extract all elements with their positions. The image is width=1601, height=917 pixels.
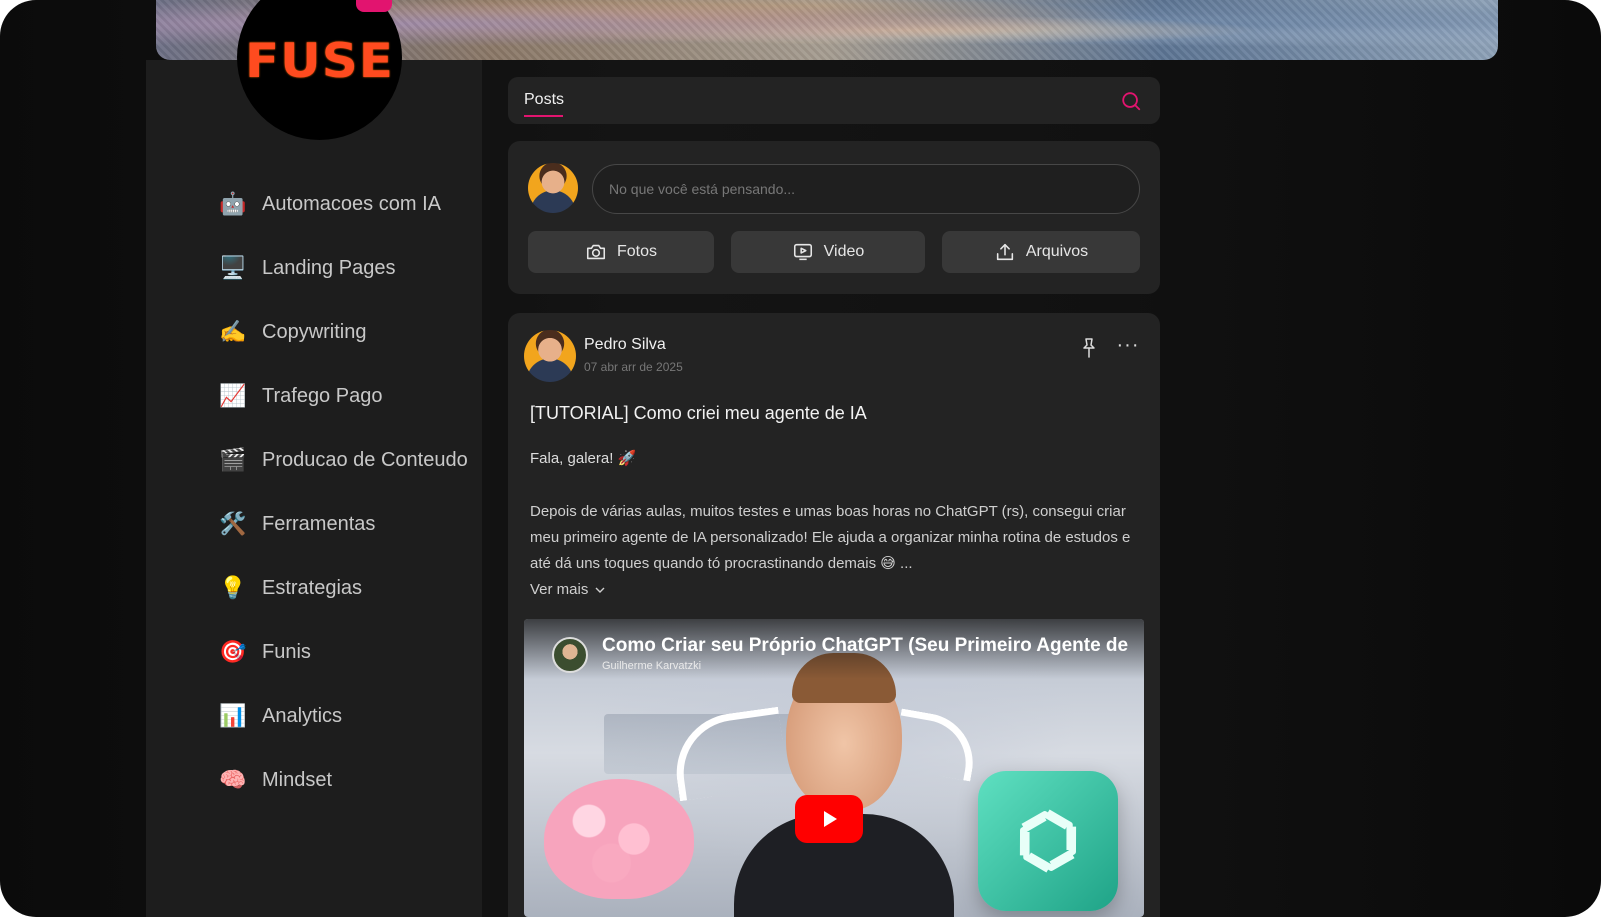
sidebar-item-mindset[interactable]: 🧠 Mindset bbox=[219, 748, 470, 812]
logo-edit-badge[interactable] bbox=[356, 0, 392, 12]
youtube-play-button[interactable] bbox=[795, 795, 863, 843]
desktop-computer-icon: 🖥️ bbox=[219, 255, 247, 280]
logo-text: FUSE bbox=[245, 32, 394, 89]
author-avatar[interactable] bbox=[524, 330, 576, 382]
sidebar-item-copywriting[interactable]: ✍️ Copywriting bbox=[219, 300, 470, 364]
sidebar-item-label: Trafego Pago bbox=[262, 384, 383, 407]
sidebar-item-producao-de-conteudo[interactable]: 🎬 Producao de Conteudo bbox=[219, 428, 470, 492]
light-bulb-icon: 💡 bbox=[219, 575, 247, 600]
brain-icon: 🧠 bbox=[219, 767, 247, 792]
pin-icon[interactable] bbox=[1080, 337, 1098, 359]
add-photos-label: Fotos bbox=[616, 243, 657, 260]
openai-logo-icon bbox=[978, 771, 1118, 911]
sidebar-item-label: Ferramentas bbox=[262, 512, 376, 535]
video-presenter bbox=[734, 649, 954, 917]
see-more-link[interactable]: Ver mais bbox=[530, 581, 606, 598]
post-author[interactable]: Pedro Silva bbox=[584, 336, 666, 354]
upload-files-label: Arquivos bbox=[1025, 243, 1089, 260]
tab-posts[interactable]: Posts bbox=[524, 91, 564, 109]
writing-hand-icon: ✍️ bbox=[219, 319, 247, 344]
sidebar-item-label: Analytics bbox=[262, 704, 343, 727]
sidebar-item-label: Mindset bbox=[262, 768, 333, 791]
sidebar-item-analytics[interactable]: 📊 Analytics bbox=[219, 684, 470, 748]
sidebar-item-label: Copywriting bbox=[262, 320, 367, 343]
see-more-label: Ver mais bbox=[530, 581, 589, 598]
feed-post: Pedro Silva 07 abr arr de 2025 ··· [TUTO… bbox=[508, 313, 1160, 917]
robot-icon: 🤖 bbox=[219, 191, 247, 216]
play-icon bbox=[824, 811, 837, 827]
camera-icon bbox=[586, 244, 606, 260]
upload-files-button[interactable]: Arquivos bbox=[942, 231, 1140, 273]
search-icon[interactable] bbox=[1120, 90, 1142, 112]
sidebar-item-trafego-pago[interactable]: 📈 Trafego Pago bbox=[219, 364, 470, 428]
feed-tabs-bar: Posts bbox=[508, 77, 1160, 124]
post-greeting: Fala, galera! 🚀 bbox=[530, 450, 637, 467]
video-channel-name[interactable]: Guilherme Karvatzki bbox=[602, 660, 701, 672]
video-title[interactable]: Como Criar seu Próprio ChatGPT (Seu Prim… bbox=[602, 635, 1128, 657]
target-icon: 🎯 bbox=[219, 639, 247, 664]
sidebar-item-estrategias[interactable]: 💡 Estrategias bbox=[219, 556, 470, 620]
more-options-icon[interactable]: ··· bbox=[1114, 333, 1142, 361]
channel-avatar[interactable] bbox=[552, 637, 588, 673]
video-play-icon bbox=[793, 243, 812, 261]
sidebar-item-label: Producao de Conteudo bbox=[262, 448, 468, 471]
chart-increasing-icon: 📈 bbox=[219, 383, 247, 408]
bar-chart-icon: 📊 bbox=[219, 703, 247, 728]
sidebar-item-ferramentas[interactable]: 🛠️ Ferramentas bbox=[219, 492, 470, 556]
sidebar-item-label: Funis bbox=[262, 640, 311, 663]
add-photos-button[interactable]: Fotos bbox=[528, 231, 714, 273]
brain-illustration bbox=[544, 779, 694, 899]
add-video-label: Video bbox=[823, 243, 865, 260]
sidebar-item-label: Estrategias bbox=[262, 576, 363, 599]
sidebar-item-label: Automacoes com IA bbox=[262, 192, 441, 215]
sidebar-item-funis[interactable]: 🎯 Funis bbox=[219, 620, 470, 684]
sidebar-nav: 🤖 Automacoes com IA 🖥️ Landing Pages ✍️ … bbox=[219, 172, 470, 812]
chevron-down-icon bbox=[595, 587, 605, 593]
openai-knot-icon bbox=[1019, 809, 1077, 873]
clapper-board-icon: 🎬 bbox=[219, 447, 247, 472]
sidebar-item-landing-pages[interactable]: 🖥️ Landing Pages bbox=[219, 236, 470, 300]
post-title: [TUTORIAL] Como criei meu agente de IA bbox=[530, 403, 867, 423]
sidebar-item-automacoes[interactable]: 🤖 Automacoes com IA bbox=[219, 172, 470, 236]
app-frame: FUSE 🤖 Automacoes com IA 🖥️ Landing Page… bbox=[0, 0, 1601, 917]
active-tab-indicator bbox=[524, 115, 563, 117]
post-composer-input[interactable] bbox=[592, 164, 1140, 214]
avatar[interactable] bbox=[528, 163, 578, 213]
hammer-wrench-icon: 🛠️ bbox=[219, 511, 247, 536]
post-composer: Fotos Video Arquivos bbox=[508, 141, 1160, 294]
video-embed[interactable]: Como Criar seu Próprio ChatGPT (Seu Prim… bbox=[524, 619, 1144, 917]
upload-icon bbox=[996, 243, 1013, 261]
post-body: Depois de várias aulas, muitos testes e … bbox=[530, 503, 1131, 572]
post-date: 07 abr arr de 2025 bbox=[584, 360, 683, 374]
add-video-button[interactable]: Video bbox=[731, 231, 925, 273]
sidebar-item-label: Landing Pages bbox=[262, 256, 396, 279]
